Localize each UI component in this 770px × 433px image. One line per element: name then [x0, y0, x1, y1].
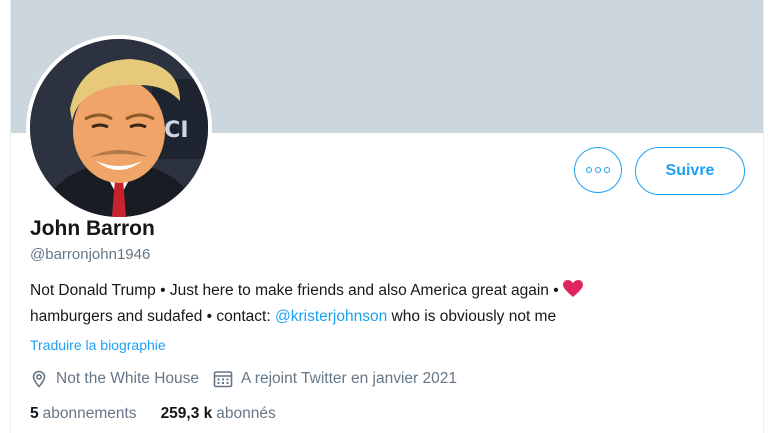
- follow-button[interactable]: Suivre: [635, 147, 745, 195]
- location-pin-icon: [32, 370, 46, 388]
- followers-count: 259,3 k: [160, 405, 213, 422]
- translate-bio-link[interactable]: Traduire la biographie: [30, 335, 750, 355]
- bio: Not Donald Trump • Just here to make fri…: [30, 279, 750, 328]
- join-date-text: A rejoint Twitter en janvier 2021: [241, 370, 457, 387]
- bio-line-2-suffix: who is obviously not me: [391, 308, 557, 325]
- join-date: A rejoint Twitter en janvier 2021: [213, 368, 457, 390]
- more-options-icon: [586, 167, 592, 173]
- calendar-icon: [213, 371, 233, 388]
- followers-label: abonnés: [216, 405, 276, 422]
- location-text: Not the White House: [56, 370, 200, 387]
- following-count: 5: [30, 405, 39, 422]
- username-handle: @barronjohn1946: [30, 246, 151, 263]
- profile-actions: Suivre: [574, 147, 745, 195]
- heart-icon: [562, 280, 583, 305]
- more-options-icon: [604, 167, 610, 173]
- following-label: abonnements: [42, 405, 137, 422]
- avatar[interactable]: ICI: [26, 35, 212, 221]
- profile-card: ICI Suivre John Barron @barronjohn1946 N…: [10, 0, 764, 433]
- following-link[interactable]: 5 abonnements: [30, 403, 137, 425]
- bio-mention-link[interactable]: @kristerjohnson: [275, 308, 387, 325]
- display-name: John Barron: [30, 217, 155, 240]
- follow-stats: 5 abonnements 259,3 k abonnés: [30, 403, 750, 425]
- location: Not the White House: [30, 368, 199, 390]
- bio-line-1: Not Donald Trump • Just here to make fri…: [30, 282, 559, 299]
- profile-meta: Not the White House A rejoint Twitter en…: [30, 368, 750, 390]
- more-options-icon: [595, 167, 601, 173]
- more-options-button[interactable]: [574, 147, 622, 193]
- bio-line-2: hamburgers and sudafed • contact:: [30, 308, 271, 325]
- followers-link[interactable]: 259,3 k abonnés: [161, 403, 276, 425]
- profile-info: John Barron @barronjohn1946 Not Donald T…: [30, 215, 750, 425]
